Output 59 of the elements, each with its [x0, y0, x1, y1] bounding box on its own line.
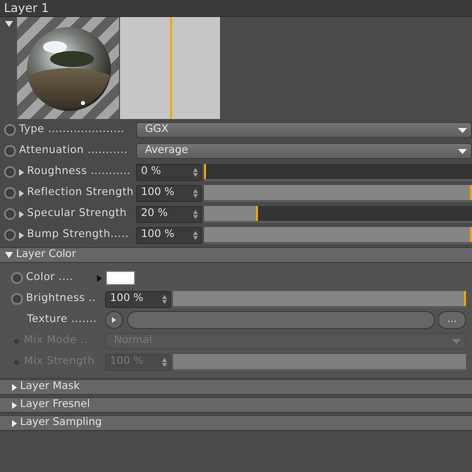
panel-title: Layer 1 [0, 0, 472, 17]
section-header[interactable]: Layer Color [0, 247, 472, 263]
number-field[interactable]: 100 % [136, 226, 202, 244]
number-field[interactable]: 100 % [105, 290, 171, 308]
expand-arrow-icon[interactable] [19, 168, 24, 176]
slider-marker[interactable] [204, 164, 206, 178]
keyframe-dot[interactable] [4, 124, 16, 136]
number-field[interactable]: 100 % [136, 184, 202, 202]
expand-arrow-icon[interactable] [12, 402, 17, 408]
keyframe-dot[interactable] [4, 187, 16, 199]
expand-arrow-icon[interactable] [19, 232, 24, 238]
expand-arrow-icon[interactable] [19, 210, 24, 218]
spinner-icon [162, 358, 167, 366]
play-icon [112, 317, 116, 323]
dropdown[interactable]: Average [136, 143, 472, 159]
slider-track[interactable] [204, 206, 472, 222]
param-label: Specular Strength [27, 206, 127, 222]
keyframe-dot[interactable] [4, 166, 16, 178]
keyframe-dot[interactable] [4, 208, 16, 220]
slider-track[interactable] [173, 290, 466, 308]
param-label: Attenuation ........... [19, 143, 128, 158]
collapse-arrow-icon[interactable] [5, 252, 13, 258]
slider-track[interactable] [204, 184, 472, 202]
number-field[interactable]: 20 % [136, 206, 202, 222]
expand-arrow-icon[interactable] [12, 384, 17, 390]
number-field[interactable]: 0 % [136, 164, 202, 180]
spinner-icon [193, 210, 198, 218]
param-label: Brightness .. [26, 291, 96, 306]
section-header[interactable]: Layer Fresnel [0, 397, 472, 413]
more-button[interactable]: ... [438, 311, 466, 329]
keyframe-dot[interactable] [11, 293, 23, 305]
spinner-icon [193, 188, 198, 198]
expand-arrow-icon[interactable] [19, 190, 24, 196]
caret-icon [458, 148, 467, 154]
load-texture-button[interactable] [105, 311, 123, 329]
param-label: Texture ....... [27, 312, 97, 328]
color-swatch[interactable] [106, 271, 135, 285]
keyframe-dot[interactable] [4, 145, 16, 157]
section-header[interactable]: Layer Mask [0, 379, 472, 395]
spinner-icon [193, 168, 198, 176]
param-label: Roughness ........... [27, 164, 131, 180]
texture-field[interactable] [127, 311, 435, 329]
slider-track[interactable] [204, 226, 472, 244]
dropdown[interactable]: GGX [136, 122, 472, 138]
param-label: Color .... [26, 270, 74, 286]
section-header[interactable]: Layer Sampling [0, 415, 472, 431]
slider-track[interactable] [204, 164, 472, 180]
caret-icon [452, 338, 461, 344]
param-label: Reflection Strength [27, 185, 134, 200]
expand-arrow-icon[interactable] [12, 420, 17, 426]
caret-icon [458, 128, 467, 132]
param-label: Bump Strength..... [27, 227, 129, 242]
keyframe-dot[interactable] [11, 272, 23, 284]
keyframe-dot[interactable] [4, 229, 16, 241]
expand-arrow-icon[interactable] [97, 274, 102, 282]
spinner-icon [193, 230, 198, 240]
spinner-icon [162, 294, 167, 304]
collapse-arrow-icon[interactable] [5, 21, 13, 27]
param-label: Type ..................... [19, 122, 124, 138]
